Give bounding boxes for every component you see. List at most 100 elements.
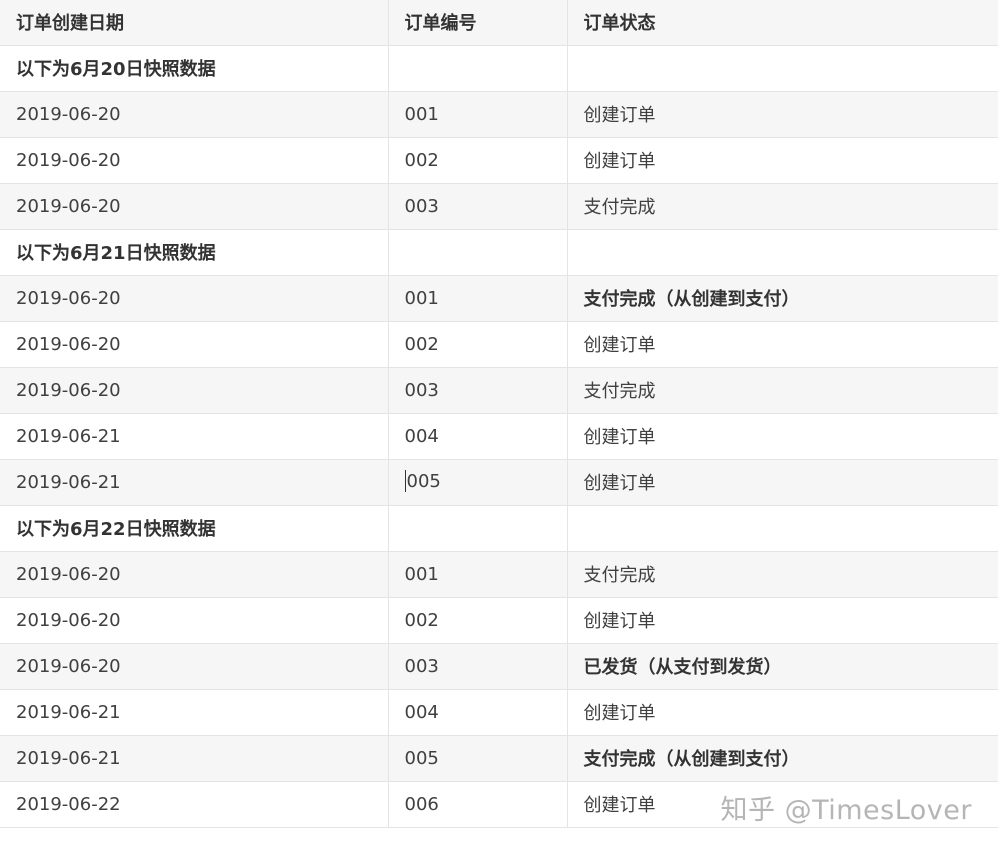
table-row: 2019-06-20 001 支付完成（从创建到支付） <box>0 275 998 322</box>
section-label: 以下为6月22日快照数据 <box>0 505 389 552</box>
cell-order-status: 创建订单 <box>567 91 998 138</box>
cell-order-status: 支付完成 <box>567 183 998 230</box>
cell-text: 创建订单 <box>583 335 656 356</box>
cell-text: 004 <box>404 701 439 723</box>
cell-order-id: 002 <box>388 321 568 368</box>
cell-text: 002 <box>404 149 439 171</box>
cell-text: 2019-06-20 <box>16 149 121 171</box>
table-row: 2019-06-20 003 支付完成 <box>0 367 998 414</box>
table-body: 以下为6月20日快照数据 2019-06-20 001 创建订单 2019-06-20 0… <box>0 45 998 828</box>
cell-order-date: 2019-06-20 <box>0 367 389 414</box>
cell-text: 003 <box>404 195 439 217</box>
cell-order-date: 2019-06-20 <box>0 137 389 184</box>
table-row: 2019-06-20 002 创建订单 <box>0 137 998 184</box>
cell-order-status: 创建订单 <box>567 321 998 368</box>
cell-text: 2019-06-20 <box>16 333 121 355</box>
cell-order-status: 支付完成（从创建到支付） <box>567 735 998 782</box>
cell-text: 创建订单 <box>583 427 656 448</box>
table-row: 2019-06-21 004 创建订单 <box>0 689 998 736</box>
cell-order-id: 003 <box>388 183 568 230</box>
table-row: 2019-06-20 003 已发货（从支付到发货） <box>0 643 998 690</box>
cell-order-status <box>567 505 998 552</box>
cell-text: 003 <box>404 655 439 677</box>
cell-text: 002 <box>404 333 439 355</box>
cell-text: 创建订单 <box>583 611 656 632</box>
cell-order-id <box>388 505 568 552</box>
cell-order-status <box>567 229 998 276</box>
header-order-date: 订单创建日期 <box>0 0 389 46</box>
cell-text: 创建订单 <box>583 151 656 172</box>
cell-text: 支付完成 <box>583 197 656 218</box>
cell-order-date: 2019-06-20 <box>0 91 389 138</box>
section-label: 以下为6月20日快照数据 <box>0 45 389 92</box>
cell-order-date: 2019-06-20 <box>0 597 389 644</box>
cell-order-status: 支付完成 <box>567 551 998 598</box>
cell-order-id: 006 <box>388 781 568 828</box>
cell-text: 001 <box>404 287 439 309</box>
cell-order-status: 支付完成（从创建到支付） <box>567 275 998 322</box>
cell-text: 支付完成 <box>583 565 656 586</box>
cell-order-date: 2019-06-20 <box>0 551 389 598</box>
cell-text: 2019-06-22 <box>16 793 121 815</box>
cell-order-status: 创建订单 <box>567 137 998 184</box>
cell-order-id: 003 <box>388 367 568 414</box>
cell-text: 004 <box>404 425 439 447</box>
cell-text: 以下为6月20日快照数据 <box>16 59 216 80</box>
cell-order-id: 001 <box>388 275 568 322</box>
cell-text: 2019-06-20 <box>16 655 121 677</box>
cell-text: 2019-06-20 <box>16 379 121 401</box>
order-snapshot-table: 订单创建日期 订单编号 订单状态 以下为6月20日快照数据 2019-06-20 0… <box>0 0 998 828</box>
cell-order-id: 005 <box>388 735 568 782</box>
table-header: 订单创建日期 订单编号 订单状态 <box>0 0 998 46</box>
cell-order-status: 创建订单 <box>567 597 998 644</box>
cell-text: 2019-06-20 <box>16 103 121 125</box>
cell-text: 2019-06-21 <box>16 747 121 769</box>
cell-order-date: 2019-06-21 <box>0 413 389 460</box>
text-cursor <box>404 470 406 492</box>
cell-text: 支付完成（从创建到支付） <box>583 289 800 310</box>
cell-order-status: 创建订单 <box>567 459 998 506</box>
cell-order-date: 2019-06-21 <box>0 459 389 506</box>
cell-text: 2019-06-21 <box>16 425 121 447</box>
table-row: 2019-06-22 006 创建订单 <box>0 781 998 828</box>
cell-text: 创建订单 <box>583 105 656 126</box>
section-row: 以下为6月21日快照数据 <box>0 229 998 276</box>
cell-text: 2019-06-21 <box>16 701 121 723</box>
cell-order-status: 支付完成 <box>567 367 998 414</box>
cell-order-id <box>388 45 568 92</box>
table-row: 2019-06-21 005 支付完成（从创建到支付） <box>0 735 998 782</box>
cell-order-status: 创建订单 <box>567 689 998 736</box>
cell-text: 以下为6月21日快照数据 <box>16 243 216 264</box>
table-row: 2019-06-20 001 创建订单 <box>0 91 998 138</box>
cell-order-id: 004 <box>388 413 568 460</box>
cell-text: 001 <box>404 103 439 125</box>
header-order-status: 订单状态 <box>567 0 998 46</box>
cell-text: 2019-06-20 <box>16 563 121 585</box>
cell-order-status: 已发货（从支付到发货） <box>567 643 998 690</box>
cell-text: 003 <box>404 379 439 401</box>
table-row: 2019-06-21 005 创建订单 <box>0 459 998 506</box>
cell-order-id: 003 <box>388 643 568 690</box>
table-row: 2019-06-20 002 创建订单 <box>0 321 998 368</box>
cell-order-id: 002 <box>388 137 568 184</box>
cell-text: 创建订单 <box>583 795 656 816</box>
cell-text: 创建订单 <box>583 473 656 494</box>
cell-text: 2019-06-20 <box>16 287 121 309</box>
header-row: 订单创建日期 订单编号 订单状态 <box>0 0 998 46</box>
cell-text: 006 <box>404 793 439 815</box>
table-row: 2019-06-20 003 支付完成 <box>0 183 998 230</box>
cell-order-date: 2019-06-20 <box>0 643 389 690</box>
cell-text: 支付完成 <box>583 381 656 402</box>
cell-text: 已发货（从支付到发货） <box>583 657 782 678</box>
cell-order-id: 001 <box>388 551 568 598</box>
cell-text: 支付完成（从创建到支付） <box>583 749 800 770</box>
cell-order-date: 2019-06-21 <box>0 735 389 782</box>
header-order-id: 订单编号 <box>388 0 568 46</box>
cell-order-status: 创建订单 <box>567 413 998 460</box>
section-row: 以下为6月22日快照数据 <box>0 505 998 552</box>
cell-text: 001 <box>404 563 439 585</box>
table-row: 2019-06-20 001 支付完成 <box>0 551 998 598</box>
cell-text: 002 <box>404 609 439 631</box>
cell-text: 005 <box>404 747 439 769</box>
section-label: 以下为6月21日快照数据 <box>0 229 389 276</box>
